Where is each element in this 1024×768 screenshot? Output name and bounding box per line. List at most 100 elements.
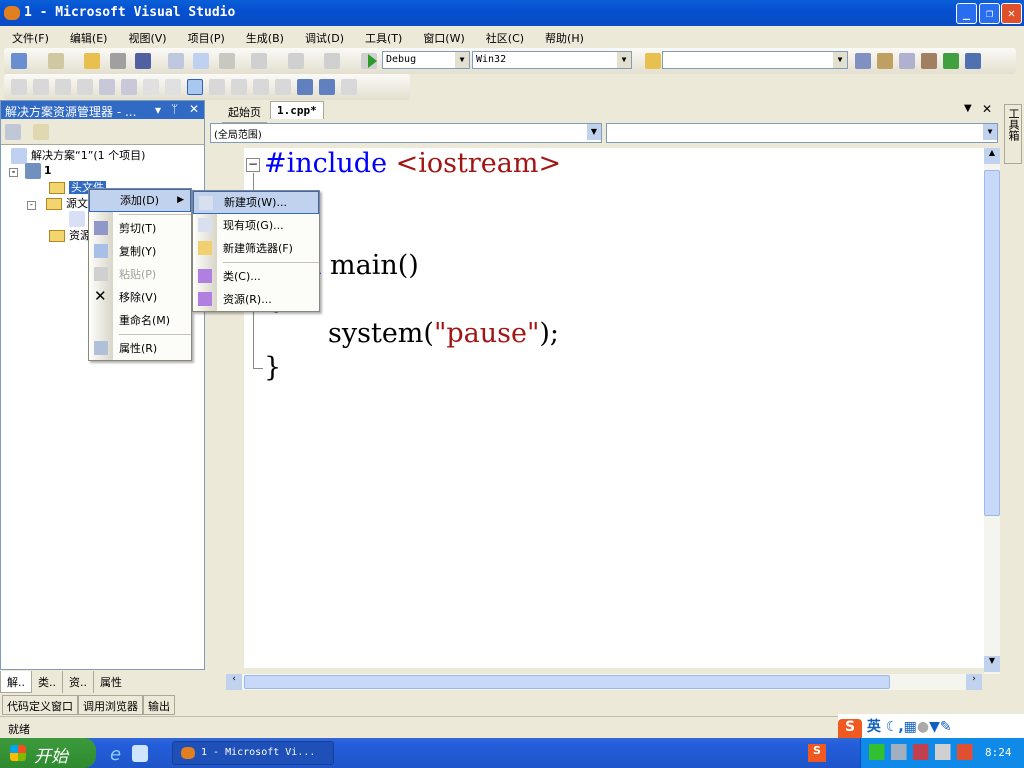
submenu-class[interactable]: 类(C)...	[193, 265, 319, 288]
scroll-up-button[interactable]: ▲	[984, 148, 1000, 164]
chevron-down-icon[interactable]: ▼	[587, 124, 601, 140]
cut-icon[interactable]	[167, 53, 184, 69]
menu-community[interactable]: 社区(C)	[474, 26, 533, 48]
collapse-icon[interactable]: -	[9, 168, 18, 177]
keyboard-icon[interactable]: ▦	[904, 719, 917, 735]
tree-solution[interactable]: 解决方案“1”(1 个项目)	[11, 147, 145, 164]
prev-bookmark-doc-icon[interactable]	[297, 79, 313, 95]
scroll-down-button[interactable]: ▼	[984, 656, 1000, 672]
submenu-resource[interactable]: 资源(R)...	[193, 288, 319, 311]
submenu-new-item[interactable]: 新建项(W)...	[193, 191, 319, 214]
copy-icon[interactable]	[193, 53, 209, 69]
menu-tools[interactable]: 工具(T)	[353, 26, 411, 48]
menu-build[interactable]: 生成(B)	[234, 26, 293, 48]
navigate-back-icon[interactable]	[324, 53, 340, 69]
display-members-icon[interactable]	[11, 79, 27, 95]
vertical-scrollbar[interactable]: ▲ ▼	[984, 148, 1000, 674]
pin-icon[interactable]: ᛘ	[171, 102, 178, 116]
save-all-icon[interactable]	[135, 53, 151, 69]
redo-icon[interactable]	[287, 53, 304, 69]
complete-word-icon[interactable]	[77, 79, 93, 95]
open-icon[interactable]	[84, 53, 100, 69]
toolbox-icon[interactable]	[921, 53, 937, 69]
toolbox-sidebar-tab[interactable]: 工具箱	[1004, 104, 1022, 164]
close-panel-icon[interactable]: ✕	[189, 102, 199, 116]
quick-info-icon[interactable]	[55, 79, 71, 95]
skin-icon[interactable]: ▼	[929, 719, 940, 735]
paste-icon[interactable]	[218, 53, 235, 69]
chevron-down-icon[interactable]: ▼	[617, 52, 631, 68]
ime-lang[interactable]: 英	[867, 719, 881, 735]
new-project-icon[interactable]	[11, 53, 27, 69]
tab-output[interactable]: 输出	[143, 695, 175, 715]
tree-folder-source[interactable]: - 源文	[27, 195, 88, 211]
chevron-down-icon[interactable]: ▼	[983, 124, 997, 140]
horizontal-scrollbar[interactable]: ‹ ›	[226, 674, 982, 690]
command-window-icon[interactable]	[965, 53, 981, 69]
properties-icon[interactable]	[5, 124, 21, 140]
tree-folder-resources[interactable]: 资源	[49, 227, 91, 243]
undo-icon[interactable]	[251, 53, 267, 69]
tab-start-page[interactable]: 起始页	[222, 102, 267, 123]
next-bookmark-icon[interactable]	[231, 79, 247, 95]
close-button[interactable]: ✕	[1001, 3, 1022, 24]
object-browser-icon[interactable]	[899, 53, 915, 69]
tab-resource-view[interactable]: 资..	[63, 671, 94, 693]
tab-properties[interactable]: 属性	[94, 671, 128, 693]
start-debug-icon[interactable]	[368, 54, 377, 68]
menu-item-remove[interactable]: ✕ 移除(V)	[89, 286, 191, 309]
find-combo[interactable]: ▼	[662, 51, 848, 69]
submenu-existing-item[interactable]: 现有项(G)...	[193, 214, 319, 237]
menu-item-properties[interactable]: 属性(R)	[89, 337, 191, 360]
tab-solution-explorer[interactable]: 解..	[0, 671, 32, 693]
wrench-icon[interactable]: ✎	[940, 719, 952, 735]
menu-file[interactable]: 文件(F)	[0, 26, 58, 48]
chevron-down-icon[interactable]: ▼	[833, 52, 847, 68]
prev-bookmark-folder-icon[interactable]	[253, 79, 269, 95]
properties-icon[interactable]	[877, 53, 893, 69]
collapse-icon[interactable]: -	[27, 201, 36, 210]
tab-call-browser[interactable]: 调用浏览器	[78, 695, 143, 715]
ie-icon[interactable]: e	[110, 744, 121, 765]
menu-view[interactable]: 视图(V)	[116, 26, 175, 48]
menu-help[interactable]: 帮助(H)	[533, 26, 593, 48]
moon-icon[interactable]: ☾	[886, 719, 899, 735]
scroll-left-button[interactable]: ‹	[226, 674, 242, 690]
active-files-dropdown-icon[interactable]: ▼	[964, 103, 972, 114]
next-bookmark-doc-icon[interactable]	[319, 79, 335, 95]
menu-edit[interactable]: 编辑(E)	[58, 26, 117, 48]
show-all-files-icon[interactable]	[33, 124, 49, 140]
outline-collapse-icon[interactable]: −	[246, 158, 260, 172]
clear-bookmarks-icon[interactable]	[341, 79, 357, 95]
start-button[interactable]: 开始	[0, 738, 96, 768]
taskbar-task-vs[interactable]: 1 - Microsoft Vi...	[172, 741, 334, 765]
solution-explorer-icon[interactable]	[855, 53, 871, 69]
close-document-icon[interactable]: ✕	[982, 102, 992, 116]
menu-item-copy[interactable]: 复制(Y)	[89, 240, 191, 263]
sogou-taskbar-icon[interactable]: S	[808, 744, 826, 762]
comment-icon[interactable]	[143, 79, 159, 95]
decrease-indent-icon[interactable]	[99, 79, 115, 95]
start-page-icon[interactable]	[943, 53, 959, 69]
find-in-files-icon[interactable]	[645, 53, 661, 69]
scroll-right-button[interactable]: ›	[966, 674, 982, 690]
tree-project[interactable]: - 1	[9, 163, 52, 179]
clock[interactable]: 8:24	[985, 746, 1012, 759]
panel-menu-icon[interactable]: ▾	[155, 103, 161, 117]
prev-bookmark-icon[interactable]	[209, 79, 225, 95]
menu-item-cut[interactable]: 剪切(T)	[89, 217, 191, 240]
menu-debug[interactable]: 调试(D)	[293, 26, 353, 48]
scroll-thumb[interactable]	[984, 170, 1000, 516]
tab-1-cpp[interactable]: 1.cpp*	[270, 101, 324, 119]
maximize-button[interactable]: ❐	[979, 3, 1000, 24]
menu-item-add[interactable]: 添加(D) ▶	[89, 189, 191, 212]
member-combo[interactable]: ▼	[606, 123, 998, 143]
config-combo[interactable]: Debug ▼	[382, 51, 470, 69]
uncomment-icon[interactable]	[165, 79, 181, 95]
increase-indent-icon[interactable]	[121, 79, 137, 95]
next-bookmark-folder-icon[interactable]	[275, 79, 291, 95]
menu-window[interactable]: 窗口(W)	[411, 26, 473, 48]
submenu-new-filter[interactable]: 新建筛选器(F)	[193, 237, 319, 260]
menu-project[interactable]: 项目(P)	[176, 26, 234, 48]
scope-combo[interactable]: (全局范围) ▼	[210, 123, 602, 143]
